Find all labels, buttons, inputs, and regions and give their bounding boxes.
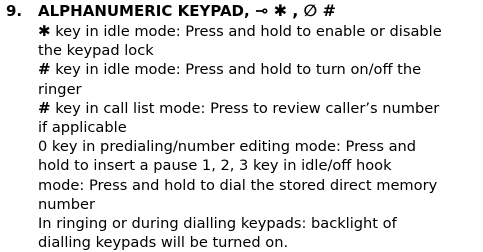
body-line: # key in call list mode: Press to review… (38, 99, 480, 118)
body-line: ✱ key in idle mode: Press and hold to en… (38, 22, 480, 41)
no-ring-icon: ∅ (303, 1, 318, 20)
body-text: mode: Press and hold to dial the stored … (38, 176, 438, 194)
body-text: 0 key in predialing/number editing mode:… (38, 138, 417, 156)
body-text: hold to insert a pause 1, 2, 3 key in id… (38, 157, 392, 175)
body-text: In ringing or during dialling keypads: b… (38, 214, 397, 232)
comma-separator: , (292, 1, 299, 20)
star-key-icon: ✱ (273, 1, 287, 20)
body-line: if applicable (38, 118, 480, 137)
body-line: # key in idle mode: Press and hold to tu… (38, 60, 480, 79)
body-line: number (38, 195, 480, 214)
body-text: if applicable (38, 118, 127, 136)
body-text: the keypad lock (38, 42, 154, 60)
body-line: hold to insert a pause 1, 2, 3 key in id… (38, 156, 480, 175)
section-title: ALPHANUMERIC KEYPAD, (38, 2, 250, 20)
body-line: mode: Press and hold to dial the stored … (38, 176, 480, 195)
section-number: 9. (6, 2, 23, 20)
body-text: ringer (38, 80, 82, 98)
body-line: 0 key in predialing/number editing mode:… (38, 137, 480, 156)
body-line: In ringing or during dialling keypads: b… (38, 214, 480, 233)
hash-key-icon: # (38, 60, 51, 79)
body-text: key in idle mode: Press and hold to enab… (50, 23, 442, 40)
body-text: key in call list mode: Press to review c… (50, 99, 440, 117)
body-line: ringer (38, 80, 480, 99)
section-body: ✱ key in idle mode: Press and hold to en… (38, 22, 480, 252)
body-text: key in idle mode: Press and hold to turn… (50, 61, 422, 79)
body-text: number (38, 195, 95, 213)
hash-key-icon: # (322, 1, 336, 20)
section-heading: ALPHANUMERIC KEYPAD, ⊸ ✱ , ∅ # (38, 1, 479, 21)
body-text: dialling keypads will be turned on. (38, 234, 289, 252)
key-icon: ⊸ (254, 1, 269, 20)
body-line: dialling keypads will be turned on. (38, 233, 480, 252)
star-key-icon: ✱ (38, 22, 51, 40)
hash-key-icon: # (38, 98, 51, 117)
body-line: the keypad lock (38, 41, 480, 60)
